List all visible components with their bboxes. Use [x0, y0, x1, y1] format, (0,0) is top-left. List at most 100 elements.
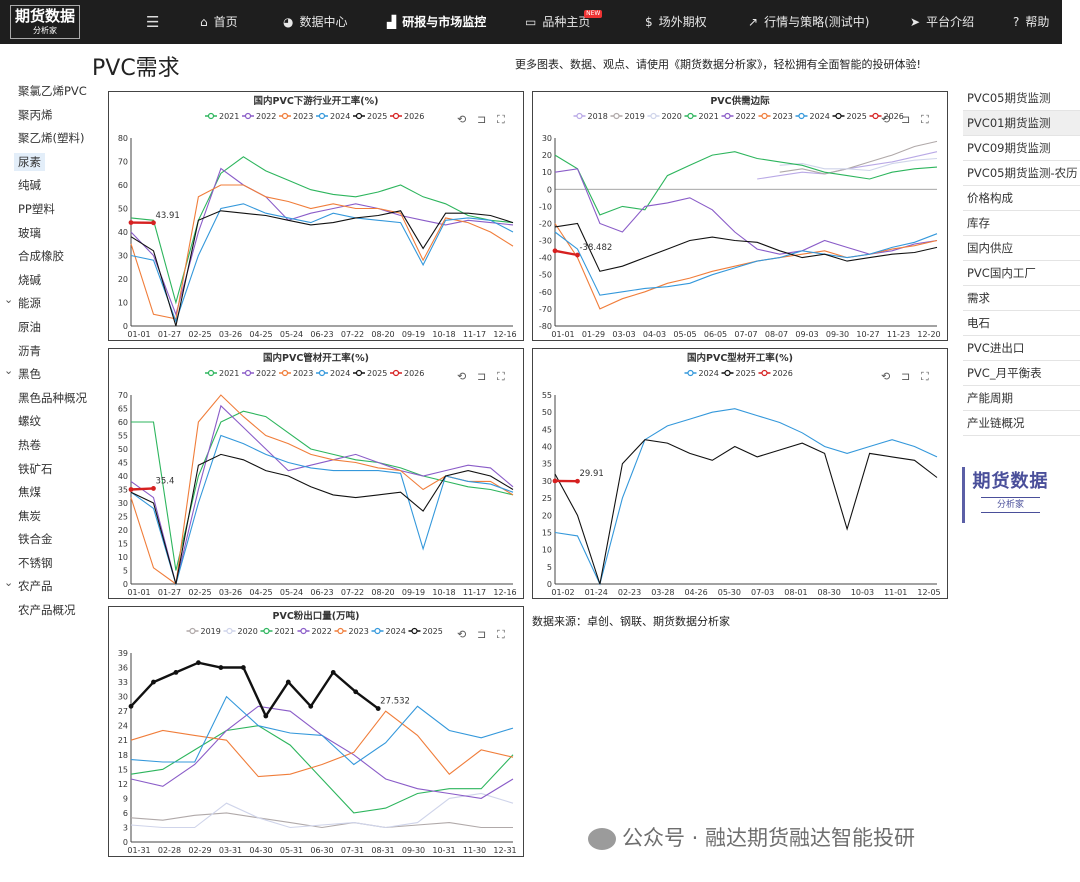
legend-item[interactable]: 2026 — [390, 112, 424, 121]
legend-item[interactable]: 2022 — [242, 112, 276, 121]
sidebar-item[interactable]: 黑色品种概况 — [0, 387, 104, 411]
restore-icon[interactable]: ⟲ — [457, 113, 466, 126]
right-menu-item[interactable]: PVC09期货监测 — [963, 136, 1080, 161]
sidebar-item[interactable]: 聚乙烯(塑料) — [0, 127, 104, 151]
hamburger-icon[interactable]: ☰ — [146, 13, 159, 31]
fullscreen-icon[interactable]: ⛶ — [497, 113, 505, 126]
sidebar-item[interactable]: 热卷 — [0, 434, 104, 458]
legend-item[interactable]: 2023 — [279, 112, 313, 121]
sidebar-item[interactable]: 尿素 — [0, 151, 104, 175]
legend-item[interactable]: 2021 — [205, 112, 239, 121]
nav-item-7[interactable]: ? 帮助 — [1013, 0, 1049, 44]
legend-item[interactable]: 2024 — [316, 112, 350, 121]
sidebar-group[interactable]: 能源 — [0, 288, 104, 316]
legend-item[interactable]: 2019 — [610, 112, 645, 121]
fullscreen-icon[interactable]: ⛶ — [497, 628, 505, 641]
legend-item[interactable]: 2024 — [684, 369, 719, 378]
nav-item-0[interactable]: ⌂ 首页 — [200, 0, 238, 44]
fullscreen-icon[interactable]: ⛶ — [497, 370, 505, 383]
nav-item-3[interactable]: ▭ 品种主页 NEW — [525, 0, 603, 44]
right-menu-item[interactable]: 国内供应 — [963, 236, 1080, 261]
sidebar-item[interactable]: 聚丙烯 — [0, 104, 104, 128]
right-menu-item[interactable]: 产能周期 — [963, 386, 1080, 411]
right-menu-item[interactable]: PVC01期货监测 — [963, 111, 1080, 136]
legend-item[interactable]: 2025 — [353, 112, 387, 121]
x-tick-label: 01-27 — [158, 588, 181, 597]
sidebar-item[interactable]: 焦煤 — [0, 481, 104, 505]
sidebar-item[interactable]: 烧碱 — [0, 269, 104, 293]
legend-item[interactable]: 2020 — [647, 112, 682, 121]
legend-item[interactable]: 2023 — [279, 369, 313, 378]
legend-item[interactable]: 2021 — [684, 112, 719, 121]
fullscreen-icon[interactable]: ⛶ — [921, 113, 929, 126]
sidebar-item[interactable]: 沥青 — [0, 340, 104, 364]
sidebar-item[interactable]: 焦炭 — [0, 505, 104, 529]
legend-item[interactable]: 2022 — [721, 112, 756, 121]
legend-item[interactable]: 2020 — [223, 627, 258, 636]
sidebar-item[interactable]: 纯碱 — [0, 174, 104, 198]
legend-item[interactable]: 2018 — [573, 112, 608, 121]
nav-item-2[interactable]: ▟ 研报与市场监控 — [387, 0, 486, 44]
brand-logo[interactable]: 期货数据 分析家 — [10, 5, 80, 39]
legend-item[interactable]: 2026 — [390, 369, 424, 378]
legend-item[interactable]: 2022 — [242, 369, 276, 378]
sidebar-item[interactable]: 铁矿石 — [0, 458, 104, 482]
undo-icon[interactable]: ⊐ — [477, 113, 486, 126]
nav-item-5[interactable]: ↗ 行情与策略(测试中) — [748, 0, 869, 44]
right-menu-item[interactable]: 需求 — [963, 286, 1080, 311]
undo-icon[interactable]: ⊐ — [477, 370, 486, 383]
restore-icon[interactable]: ⟲ — [881, 370, 890, 383]
legend-item[interactable]: 2024 — [795, 112, 830, 121]
y-tick-label: 36 — [118, 664, 128, 673]
x-tick-label: 04-25 — [249, 330, 272, 339]
series-line-2025 — [130, 210, 514, 327]
restore-icon[interactable]: ⟲ — [881, 113, 890, 126]
nav-item-4[interactable]: $ 场外期权 — [645, 0, 707, 44]
legend-item[interactable]: 2024 — [316, 369, 350, 378]
legend-label: 2025 — [367, 369, 387, 378]
legend-item[interactable]: 2026 — [758, 369, 793, 378]
right-menu-item[interactable]: 产业链概况 — [963, 411, 1080, 436]
legend-item[interactable]: 2022 — [297, 627, 332, 636]
sidebar-item[interactable]: 不锈钢 — [0, 552, 104, 576]
nav-item-1[interactable]: ◕ 数据中心 — [283, 0, 348, 44]
right-menu-item[interactable]: 价格构成 — [963, 186, 1080, 211]
legend-item[interactable]: 2025 — [408, 627, 443, 636]
sidebar-group[interactable]: 黑色 — [0, 359, 104, 387]
legend-item[interactable]: 2021 — [260, 627, 295, 636]
undo-icon[interactable]: ⊐ — [901, 113, 910, 126]
undo-icon[interactable]: ⊐ — [477, 628, 486, 641]
legend-item[interactable]: 2023 — [758, 112, 793, 121]
sidebar-item[interactable]: 玻璃 — [0, 222, 104, 246]
sidebar-item[interactable]: 聚氯乙烯PVC — [0, 80, 104, 104]
sidebar-item[interactable]: 螺纹 — [0, 410, 104, 434]
legend-item[interactable]: 2023 — [334, 627, 369, 636]
nav-item-6[interactable]: ➤ 平台介绍 — [910, 0, 974, 44]
legend-item[interactable]: 2024 — [371, 627, 406, 636]
legend-item[interactable]: 2025 — [353, 369, 387, 378]
restore-icon[interactable]: ⟲ — [457, 370, 466, 383]
restore-icon[interactable]: ⟲ — [457, 628, 466, 641]
right-menu-item[interactable]: PVC05期货监测-农历 — [963, 161, 1080, 186]
sidebar-group[interactable]: 农产品 — [0, 572, 104, 599]
right-menu-item[interactable]: 电石 — [963, 311, 1080, 336]
legend-item[interactable]: 2021 — [205, 369, 239, 378]
fullscreen-icon[interactable]: ⛶ — [921, 370, 929, 383]
sidebar-item[interactable]: 农产品概况 — [0, 599, 104, 623]
legend-item[interactable]: 2019 — [186, 627, 221, 636]
series-line-2023 — [554, 223, 938, 310]
right-menu-item[interactable]: 库存 — [963, 211, 1080, 236]
right-menu-item[interactable]: PVC国内工厂 — [963, 261, 1080, 286]
sidebar-item[interactable]: 合成橡胶 — [0, 245, 104, 269]
right-menu-item[interactable]: PVC05期货监测 — [963, 86, 1080, 111]
right-menu-item[interactable]: PVC_月平衡表 — [963, 361, 1080, 386]
sidebar-item[interactable]: 原油 — [0, 316, 104, 340]
sidebar-item[interactable]: 铁合金 — [0, 528, 104, 552]
x-tick-label: 03-26 — [219, 330, 242, 339]
sidebar-item[interactable]: PP塑料 — [0, 198, 104, 222]
legend-item[interactable]: 2025 — [832, 112, 867, 121]
legend-item[interactable]: 2025 — [721, 369, 756, 378]
undo-icon[interactable]: ⊐ — [901, 370, 910, 383]
right-menu-item[interactable]: PVC进出口 — [963, 336, 1080, 361]
legend-label: 2025 — [736, 369, 756, 378]
